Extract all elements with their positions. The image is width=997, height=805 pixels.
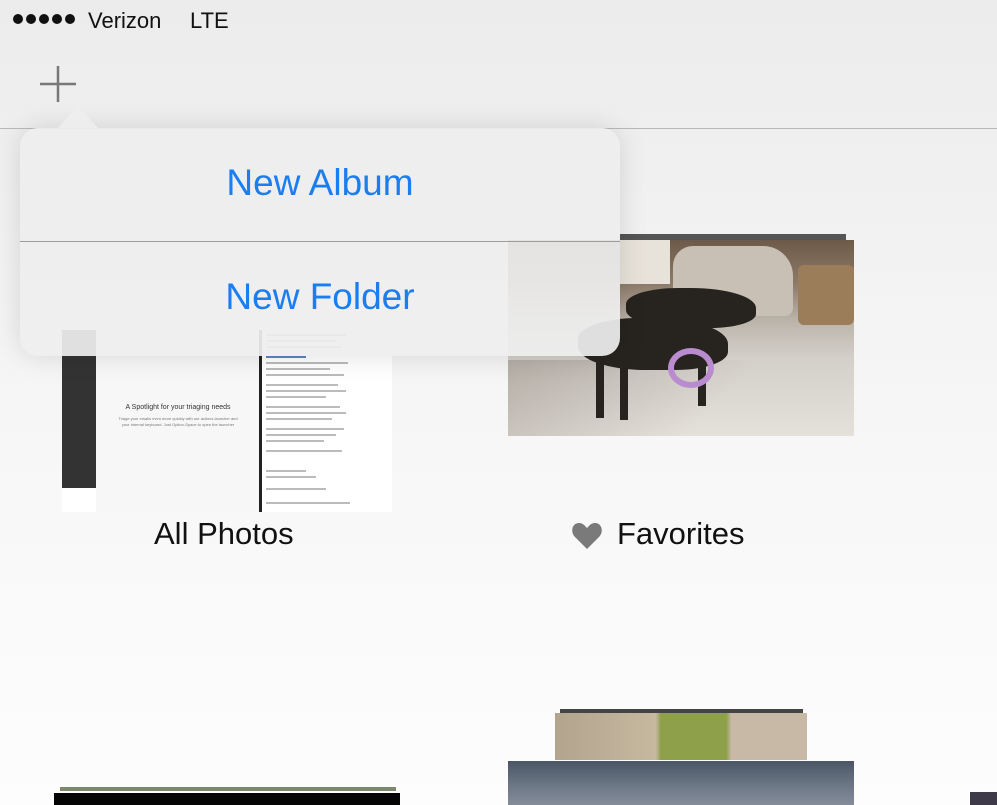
menu-separator bbox=[20, 241, 620, 242]
thumbnail-chat-pane bbox=[262, 330, 358, 512]
album-label: All Photos bbox=[154, 516, 294, 551]
new-folder-button[interactable]: New Folder bbox=[20, 276, 620, 318]
album-partial-right[interactable] bbox=[970, 792, 997, 805]
carrier-name: Verizon bbox=[88, 8, 162, 33]
new-album-button[interactable]: New Album bbox=[20, 162, 620, 204]
plus-icon bbox=[40, 66, 76, 102]
add-button[interactable] bbox=[36, 62, 80, 106]
all-photos-thumbnail[interactable]: A Spotlight for your triaging needs Tria… bbox=[62, 330, 392, 512]
nav-bar bbox=[0, 42, 997, 129]
thumbnail-title: A Spotlight for your triaging needs bbox=[125, 404, 231, 411]
thumbnail-subtitle: Triage your emails even more quickly wit… bbox=[118, 416, 238, 427]
heart-icon bbox=[572, 523, 602, 549]
album-label: Favorites bbox=[617, 516, 745, 551]
popover-arrow bbox=[58, 106, 98, 128]
network-type: LTE bbox=[190, 8, 229, 33]
signal-strength-icon bbox=[13, 14, 75, 24]
status-bar: Verizon LTE bbox=[0, 0, 997, 42]
add-popover-menu: New Album New Folder bbox=[20, 106, 620, 356]
